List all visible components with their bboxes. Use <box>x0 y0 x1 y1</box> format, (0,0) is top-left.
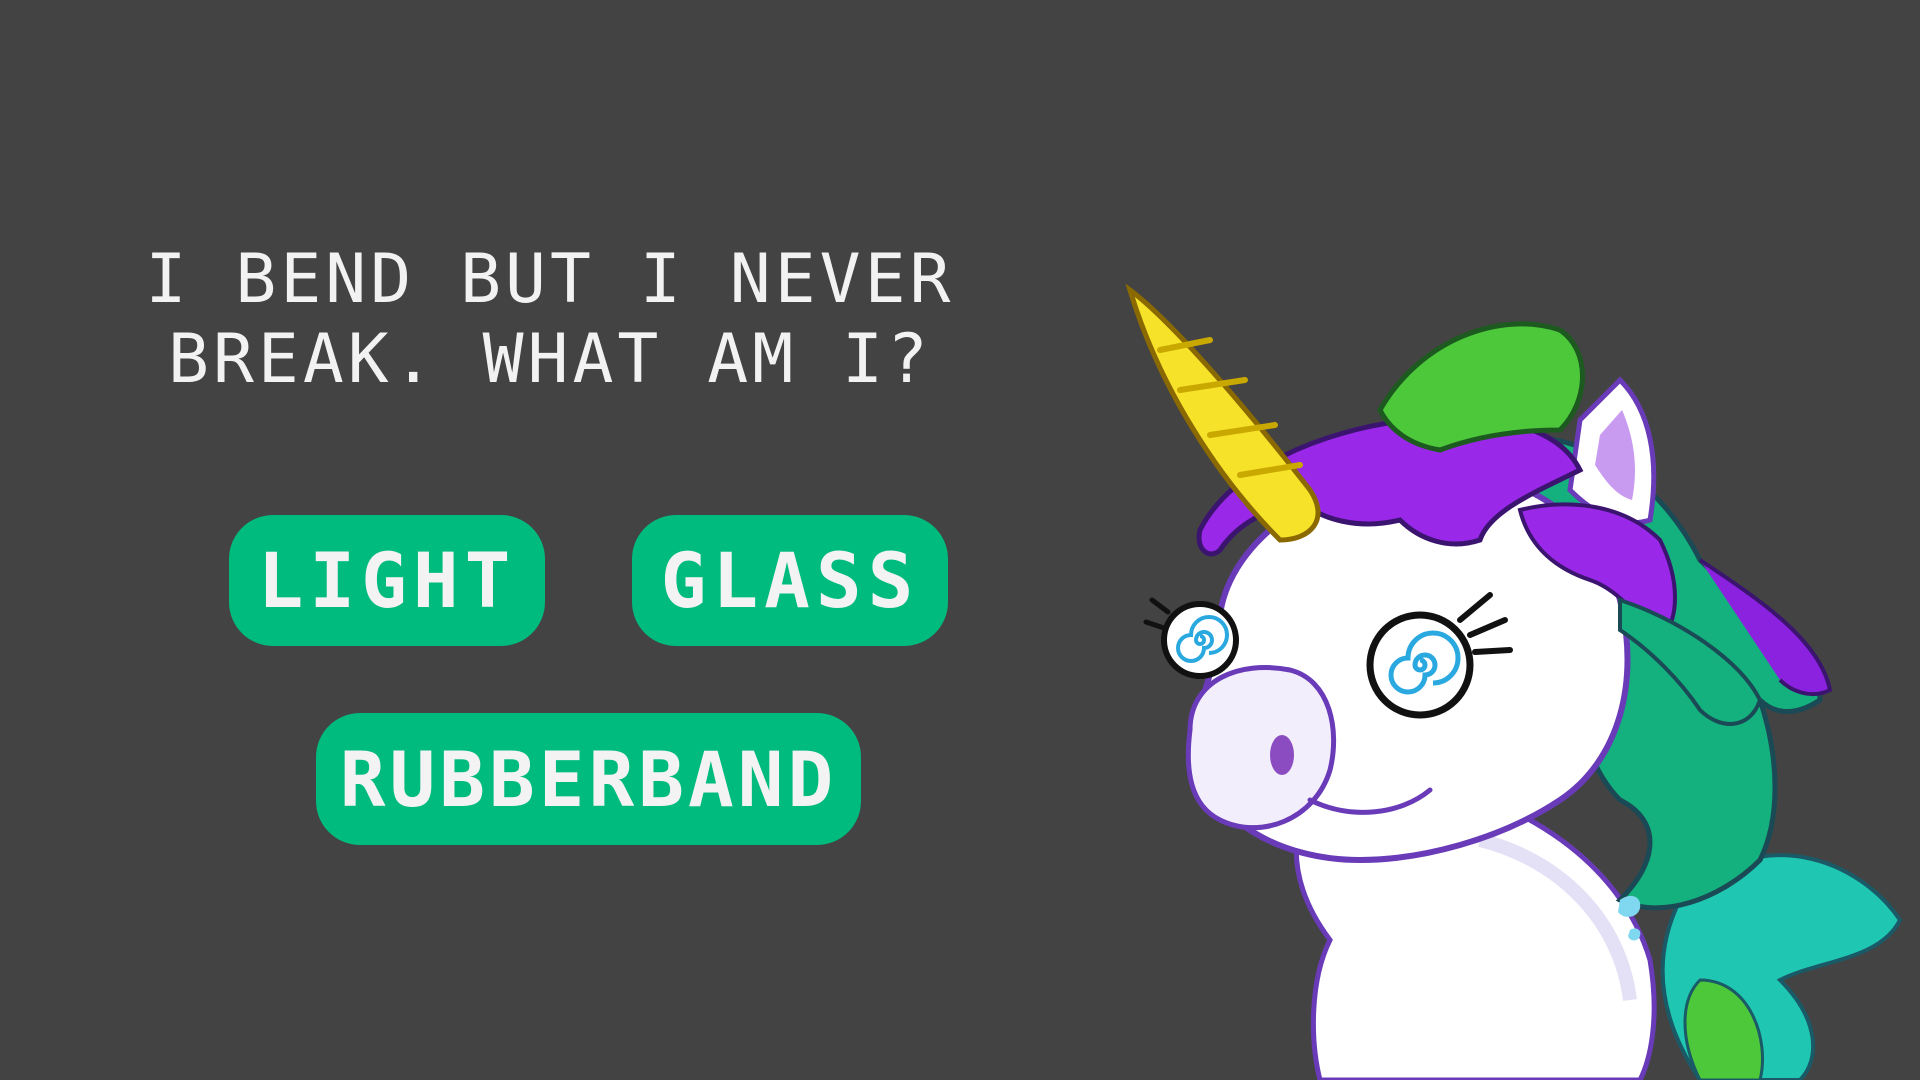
game-stage: I BEND BUT I NEVER BREAK. WHAT AM I? LIG… <box>0 0 1920 1080</box>
answer-button-glass[interactable]: GLASS <box>632 515 948 646</box>
riddle-line-1: I BEND BUT I NEVER <box>145 240 955 319</box>
unicorn-icon <box>1125 283 1903 1080</box>
answer-button-rubberband[interactable]: RUBBERBAND <box>316 713 861 845</box>
riddle-question: I BEND BUT I NEVER BREAK. WHAT AM I? <box>120 240 980 400</box>
answer-button-light[interactable]: LIGHT <box>229 515 545 646</box>
riddle-line-2: BREAK. WHAT AM I? <box>168 320 932 399</box>
